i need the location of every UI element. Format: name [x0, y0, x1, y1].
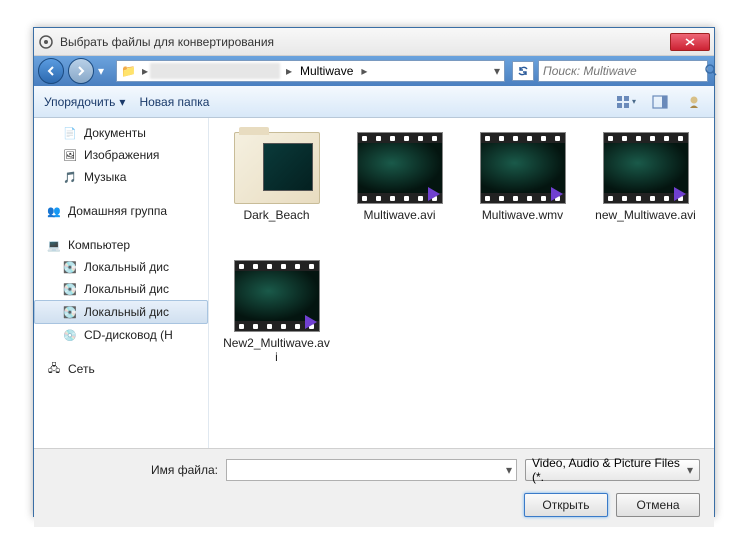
help-button[interactable]: [684, 92, 704, 112]
sidebar-item-disk[interactable]: 💽Локальный дис: [34, 256, 208, 278]
pictures-icon: 🖼: [62, 147, 78, 163]
forward-button[interactable]: [68, 58, 94, 84]
navigation-bar: ▾ 📁 ▸ ▸ Multiwave ▸ ▾: [34, 56, 714, 86]
filename-label: Имя файла:: [48, 463, 218, 477]
folder-icon: [234, 132, 320, 204]
sidebar-item-disk[interactable]: 💽Локальный дис: [34, 278, 208, 300]
breadcrumb-arrow[interactable]: ▸: [140, 64, 150, 78]
filename-input[interactable]: ▾: [226, 459, 517, 481]
main-area: 📄Документы 🖼Изображения 🎵Музыка 👥Домашня…: [34, 118, 714, 448]
play-icon: [428, 187, 440, 201]
file-type-filter[interactable]: Video, Audio & Picture Files (*. ▾: [525, 459, 700, 481]
preview-pane-button[interactable]: [650, 92, 670, 112]
sidebar-item-documents[interactable]: 📄Документы: [34, 122, 208, 144]
video-thumbnail: [480, 132, 566, 204]
sidebar-item-cd[interactable]: 💿CD-дисковод (H: [34, 324, 208, 346]
sidebar-item-pictures[interactable]: 🖼Изображения: [34, 144, 208, 166]
sidebar: 📄Документы 🖼Изображения 🎵Музыка 👥Домашня…: [34, 118, 209, 448]
address-bar[interactable]: 📁 ▸ ▸ Multiwave ▸ ▾: [116, 60, 505, 82]
play-icon: [551, 187, 563, 201]
computer-icon: 💻: [46, 237, 62, 253]
back-button[interactable]: [38, 58, 64, 84]
organize-menu[interactable]: Упорядочить ▾: [44, 95, 125, 109]
sidebar-item-computer[interactable]: 💻Компьютер: [34, 234, 208, 256]
new-folder-button[interactable]: Новая папка: [139, 95, 209, 109]
chevron-down-icon: ▾: [119, 95, 125, 109]
close-button[interactable]: [670, 33, 710, 51]
breadcrumb-parent[interactable]: [150, 63, 280, 79]
window-title: Выбрать файлы для конвертирования: [60, 35, 670, 49]
address-dropdown[interactable]: ▾: [494, 64, 500, 78]
titlebar: Выбрать файлы для конвертирования: [34, 28, 714, 56]
breadcrumb-arrow[interactable]: ▸: [284, 64, 294, 78]
documents-icon: 📄: [62, 125, 78, 141]
file-name: New2_Multiwave.avi: [223, 336, 330, 365]
search-icon[interactable]: [704, 63, 718, 80]
video-file-item[interactable]: Multiwave.avi: [342, 128, 457, 248]
file-name: Multiwave.avi: [363, 208, 435, 222]
video-thumbnail: [234, 260, 320, 332]
search-input[interactable]: [543, 64, 700, 78]
sidebar-item-disk-selected[interactable]: 💽Локальный дис: [34, 300, 208, 324]
file-dialog: Выбрать файлы для конвертирования ▾ 📁 ▸ …: [33, 27, 715, 517]
music-icon: 🎵: [62, 169, 78, 185]
video-file-item[interactable]: Multiwave.wmv: [465, 128, 580, 248]
play-icon: [305, 315, 317, 329]
breadcrumb-current[interactable]: Multiwave: [294, 64, 359, 78]
folder-icon: 📁: [121, 64, 136, 78]
homegroup-icon: 👥: [46, 203, 62, 219]
app-icon: [38, 34, 54, 50]
refresh-button[interactable]: [512, 61, 534, 81]
cd-icon: 💿: [62, 327, 78, 343]
video-file-item[interactable]: new_Multiwave.avi: [588, 128, 703, 248]
drive-icon: 💽: [62, 304, 78, 320]
chevron-down-icon[interactable]: ▾: [506, 463, 512, 477]
search-box[interactable]: [538, 60, 708, 82]
file-name: new_Multiwave.avi: [595, 208, 696, 222]
sidebar-item-music[interactable]: 🎵Музыка: [34, 166, 208, 188]
play-icon: [674, 187, 686, 201]
sidebar-item-network[interactable]: 🖧Сеть: [34, 358, 208, 380]
file-name: Dark_Beach: [243, 208, 309, 222]
drive-icon: 💽: [62, 259, 78, 275]
open-button[interactable]: Открыть: [524, 493, 608, 517]
folder-item[interactable]: Dark_Beach: [219, 128, 334, 248]
sidebar-item-homegroup[interactable]: 👥Домашняя группа: [34, 200, 208, 222]
file-name: Multiwave.wmv: [482, 208, 563, 222]
history-dropdown[interactable]: ▾: [98, 64, 108, 78]
toolbar: Упорядочить ▾ Новая папка ▾: [34, 86, 714, 118]
breadcrumb-arrow[interactable]: ▸: [359, 64, 369, 78]
video-thumbnail: [603, 132, 689, 204]
chevron-down-icon: ▾: [687, 463, 693, 477]
file-list[interactable]: Dark_Beach Multiwave.avi Multiwa: [209, 118, 714, 448]
drive-icon: 💽: [62, 281, 78, 297]
video-file-item[interactable]: New2_Multiwave.avi: [219, 256, 334, 376]
cancel-button[interactable]: Отмена: [616, 493, 700, 517]
footer: Имя файла: ▾ Video, Audio & Picture File…: [34, 448, 714, 527]
view-menu[interactable]: ▾: [616, 92, 636, 112]
network-icon: 🖧: [46, 361, 62, 377]
video-thumbnail: [357, 132, 443, 204]
